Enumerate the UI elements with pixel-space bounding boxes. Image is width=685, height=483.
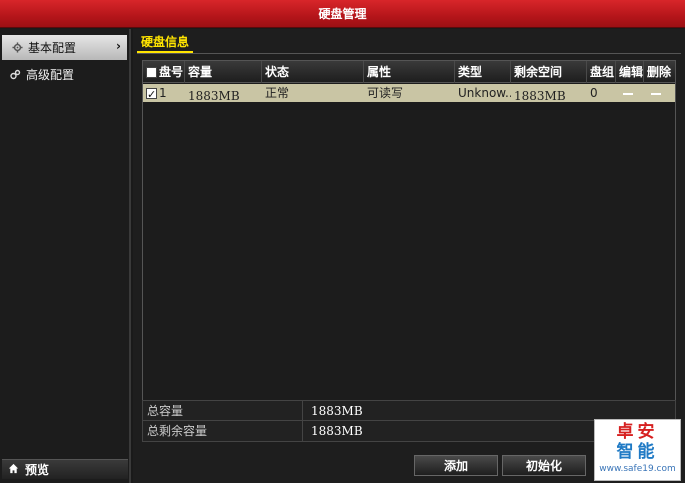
total-free-label: 总剩余容量	[143, 421, 303, 441]
sidebar-item-basic-config[interactable]: 基本配置 ›	[2, 35, 127, 60]
main-content: 硬盘信息 盘号 容量 状态 属性 类型 剩余空间 盘组 编辑 删除 1 1883…	[133, 29, 685, 483]
header-delete: 删除	[647, 65, 672, 79]
watermark-url: www.safe19.com	[599, 464, 676, 474]
delete-icon	[651, 92, 661, 95]
total-free-value: 1883MB	[311, 424, 363, 438]
delete-button[interactable]	[644, 84, 675, 102]
header-capacity: 容量	[185, 61, 262, 83]
select-all-checkbox[interactable]	[146, 67, 157, 78]
initialize-button[interactable]: 初始化	[502, 455, 586, 476]
edit-button[interactable]	[616, 84, 644, 102]
watermark-line2: 智能	[616, 442, 659, 462]
tab-disk-info[interactable]: 硬盘信息	[137, 34, 194, 53]
cell-group: 0	[590, 86, 598, 100]
row-checkbox[interactable]	[146, 86, 157, 102]
header-property: 属性	[364, 61, 455, 83]
sidebar-item-label: 高级配置	[26, 68, 75, 82]
header-free-space: 剩余空间	[511, 61, 587, 83]
header-edit: 编辑	[616, 61, 644, 83]
edit-icon	[623, 92, 633, 95]
window-title: 硬盘管理	[318, 7, 367, 21]
home-icon	[8, 463, 19, 477]
table-row[interactable]: 1 1883MB 正常 可读写 Unknow... 1883MB 0	[143, 84, 675, 102]
watermark-logo: 卓安 智能 www.safe19.com	[594, 419, 681, 481]
divider	[137, 53, 681, 54]
table-header: 盘号 容量 状态 属性 类型 剩余空间 盘组 编辑 删除	[143, 61, 675, 83]
sidebar-item-label: 基本配置	[28, 41, 77, 55]
sidebar: 基本配置 › 高级配置 预览	[0, 29, 131, 483]
title-bar: 硬盘管理	[0, 0, 685, 28]
summary-row-total-capacity: 总容量 1883MB	[142, 400, 676, 421]
cell-disk-no: 1	[143, 84, 185, 102]
disk-table: 盘号 容量 状态 属性 类型 剩余空间 盘组 编辑 删除 1 1883MB 正常…	[142, 60, 676, 428]
gears-icon	[8, 68, 22, 82]
header-type: 类型	[455, 61, 511, 83]
preview-button[interactable]: 预览	[2, 459, 128, 479]
cell-free-space: 1883MB	[514, 89, 566, 102]
add-button[interactable]: 添加	[414, 455, 498, 476]
header-group: 盘组	[587, 61, 616, 83]
preview-label: 预览	[25, 463, 50, 477]
header-disk-no[interactable]: 盘号	[143, 61, 185, 83]
total-capacity-value: 1883MB	[311, 404, 363, 418]
gear-icon	[10, 41, 24, 55]
chevron-right-icon: ›	[116, 39, 121, 53]
cell-status: 正常	[265, 86, 290, 100]
total-capacity-label: 总容量	[143, 401, 303, 420]
sidebar-item-advanced-config[interactable]: 高级配置	[0, 62, 129, 87]
cell-capacity: 1883MB	[188, 89, 240, 102]
header-status: 状态	[262, 61, 364, 83]
watermark-line1: 卓安	[616, 422, 659, 442]
cell-type: Unknow...	[458, 86, 511, 100]
cell-property: 可读写	[367, 86, 404, 100]
